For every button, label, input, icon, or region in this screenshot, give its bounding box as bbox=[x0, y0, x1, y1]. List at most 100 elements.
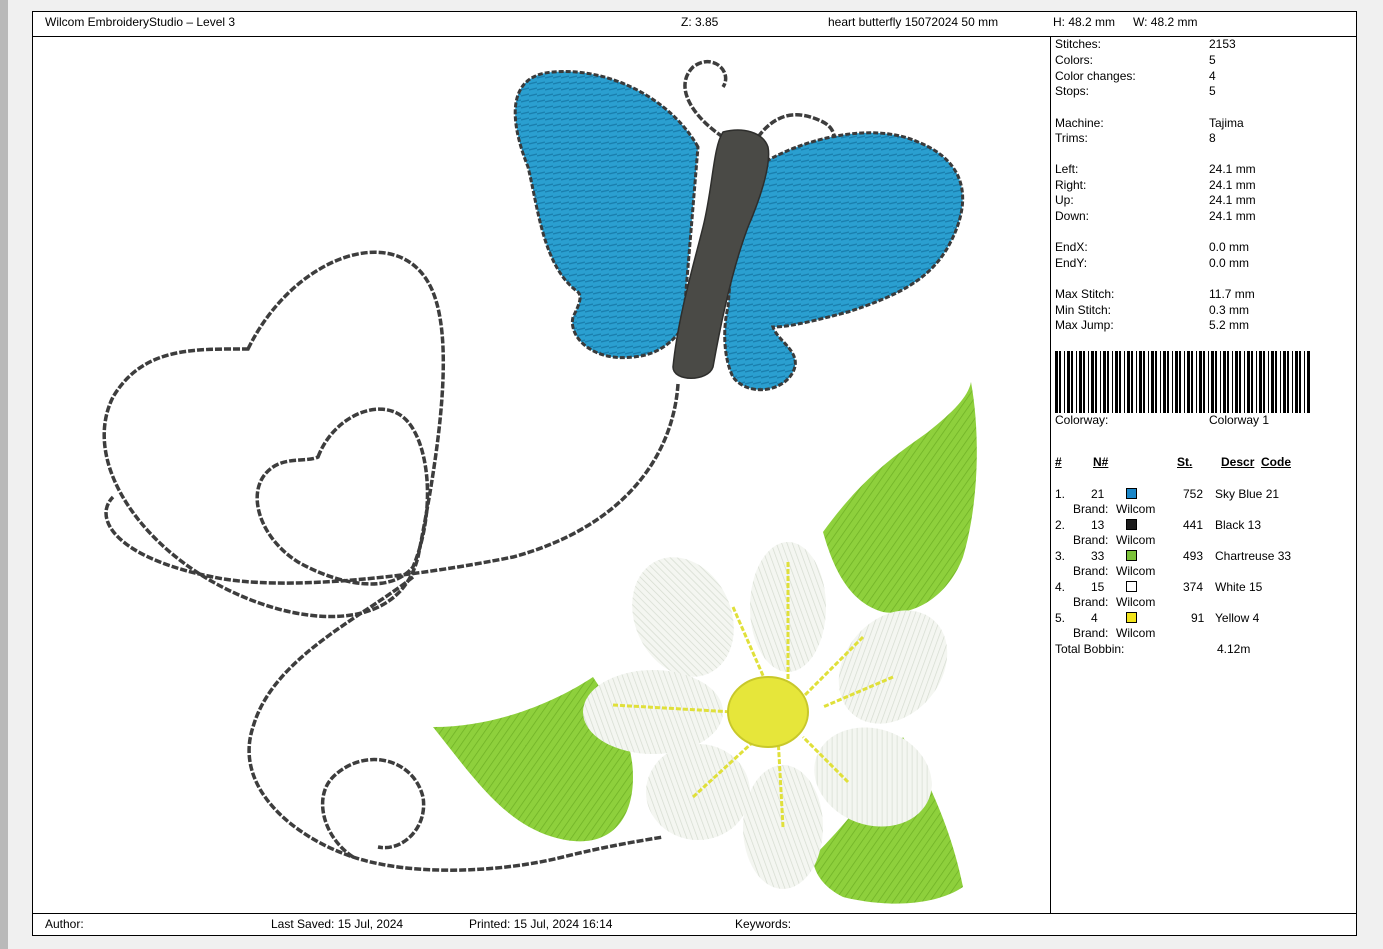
stat-value: 11.7 mm bbox=[1209, 287, 1255, 301]
barcode-bar bbox=[1064, 351, 1065, 413]
barcode-bar bbox=[1067, 351, 1070, 413]
barcode-bar bbox=[1271, 351, 1274, 413]
flower-center bbox=[727, 676, 809, 748]
brand-name: Wilcom bbox=[1116, 626, 1156, 640]
stat-label: Down: bbox=[1055, 209, 1090, 223]
stat-value: 8 bbox=[1209, 131, 1216, 145]
barcode bbox=[1055, 351, 1310, 413]
barcode-bar bbox=[1299, 351, 1301, 413]
brand-prefix: Brand: bbox=[1073, 595, 1109, 609]
barcode-bar bbox=[1163, 351, 1166, 413]
barcode-bar bbox=[1251, 351, 1253, 413]
barcode-bar bbox=[1239, 351, 1241, 413]
petal-top-left bbox=[632, 557, 734, 677]
barcode-bar bbox=[1143, 351, 1145, 413]
stat-value: 5 bbox=[1209, 53, 1216, 67]
brand-prefix: Brand: bbox=[1073, 626, 1109, 640]
color-number: 4 bbox=[1091, 611, 1098, 625]
color-index: 4. bbox=[1055, 580, 1066, 594]
brand-prefix: Brand: bbox=[1073, 502, 1109, 516]
barcode-bar bbox=[1292, 351, 1293, 413]
color-descr: Black 13 bbox=[1215, 518, 1262, 532]
barcode-bar bbox=[1179, 351, 1181, 413]
barcode-bar bbox=[1107, 351, 1109, 413]
barcode-bar bbox=[1256, 351, 1257, 413]
last-saved: Last Saved: 15 Jul, 2024 bbox=[271, 917, 404, 931]
design-preview bbox=[33, 37, 1051, 913]
barcode-bar bbox=[1280, 351, 1281, 413]
color-descr: Chartreuse 33 bbox=[1215, 549, 1292, 563]
design-name: heart butterfly 15072024 50 mm bbox=[828, 15, 999, 29]
barcode-bar bbox=[1103, 351, 1106, 413]
author-label: Author: bbox=[45, 917, 84, 931]
barcode-bar bbox=[1211, 351, 1214, 413]
stat-value: 5.2 mm bbox=[1209, 318, 1250, 332]
stat-value: Tajima bbox=[1209, 116, 1244, 130]
color-number: 13 bbox=[1091, 518, 1105, 532]
total-bobbin-label: Total Bobbin: bbox=[1055, 642, 1125, 656]
color-swatch bbox=[1126, 519, 1137, 530]
barcode-bar bbox=[1208, 351, 1209, 413]
color-descr: Yellow 4 bbox=[1215, 611, 1260, 625]
barcode-bar bbox=[1160, 351, 1161, 413]
stat-value: 0.0 mm bbox=[1209, 256, 1250, 270]
color-descr: White 15 bbox=[1215, 580, 1263, 594]
barcode-bar bbox=[1220, 351, 1221, 413]
zoom-level: Z: 3.85 bbox=[681, 15, 719, 29]
print-sheet: Wilcom EmbroideryStudio – Level 3 Z: 3.8… bbox=[32, 11, 1357, 936]
barcode-bar bbox=[1115, 351, 1118, 413]
stat-label: Trims: bbox=[1055, 131, 1088, 145]
stat-label: EndY: bbox=[1055, 256, 1088, 270]
brand-prefix: Brand: bbox=[1073, 533, 1109, 547]
stat-label: Stops: bbox=[1055, 84, 1090, 98]
barcode-bar bbox=[1268, 351, 1269, 413]
barcode-bar bbox=[1175, 351, 1178, 413]
app-title: Wilcom EmbroideryStudio – Level 3 bbox=[45, 15, 236, 29]
color-stitches: 493 bbox=[1183, 549, 1204, 563]
barcode-bar bbox=[1148, 351, 1149, 413]
barcode-bar bbox=[1203, 351, 1205, 413]
barcode-bar bbox=[1295, 351, 1298, 413]
barcode-bar bbox=[1244, 351, 1245, 413]
keywords-label: Keywords: bbox=[735, 917, 792, 931]
color-swatch bbox=[1126, 488, 1137, 499]
butterfly bbox=[513, 70, 965, 392]
colorway-value: Colorway 1 bbox=[1209, 413, 1270, 427]
stat-label: Max Jump: bbox=[1055, 318, 1114, 332]
barcode-bar bbox=[1083, 351, 1085, 413]
stat-value: 5 bbox=[1209, 84, 1216, 98]
brand-name: Wilcom bbox=[1116, 502, 1156, 516]
color-stitches: 441 bbox=[1183, 518, 1204, 532]
barcode-bar bbox=[1184, 351, 1185, 413]
barcode-bar bbox=[1095, 351, 1097, 413]
color-swatch bbox=[1126, 581, 1137, 592]
barcode-bar bbox=[1196, 351, 1197, 413]
col-header-number: N# bbox=[1093, 455, 1109, 469]
col-header-index: # bbox=[1055, 455, 1062, 469]
design-height: H: 48.2 mm bbox=[1053, 15, 1116, 29]
barcode-bar bbox=[1191, 351, 1193, 413]
barcode-bar bbox=[1275, 351, 1277, 413]
barcode-bar bbox=[1119, 351, 1121, 413]
petal-right bbox=[838, 610, 948, 724]
barcode-bar bbox=[1227, 351, 1229, 413]
color-descr: Sky Blue 21 bbox=[1215, 487, 1280, 501]
color-number: 33 bbox=[1091, 549, 1105, 563]
stat-value: 24.1 mm bbox=[1209, 178, 1256, 192]
stat-value: 24.1 mm bbox=[1209, 209, 1256, 223]
barcode-bar bbox=[1307, 351, 1310, 413]
stat-value: 24.1 mm bbox=[1209, 162, 1256, 176]
barcode-bar bbox=[1076, 351, 1077, 413]
barcode-bar bbox=[1215, 351, 1217, 413]
stat-label: Color changes: bbox=[1055, 69, 1136, 83]
color-stitches: 91 bbox=[1191, 611, 1205, 625]
stat-label: Left: bbox=[1055, 162, 1079, 176]
col-header-code: Code bbox=[1261, 455, 1291, 469]
barcode-bar bbox=[1136, 351, 1137, 413]
barcode-bar bbox=[1079, 351, 1082, 413]
sheet-footer: Author: Last Saved: 15 Jul, 2024 Printed… bbox=[33, 913, 1356, 935]
barcode-bar bbox=[1055, 351, 1058, 413]
color-index: 1. bbox=[1055, 487, 1066, 501]
barcode-bar bbox=[1071, 351, 1073, 413]
barcode-bar bbox=[1088, 351, 1089, 413]
